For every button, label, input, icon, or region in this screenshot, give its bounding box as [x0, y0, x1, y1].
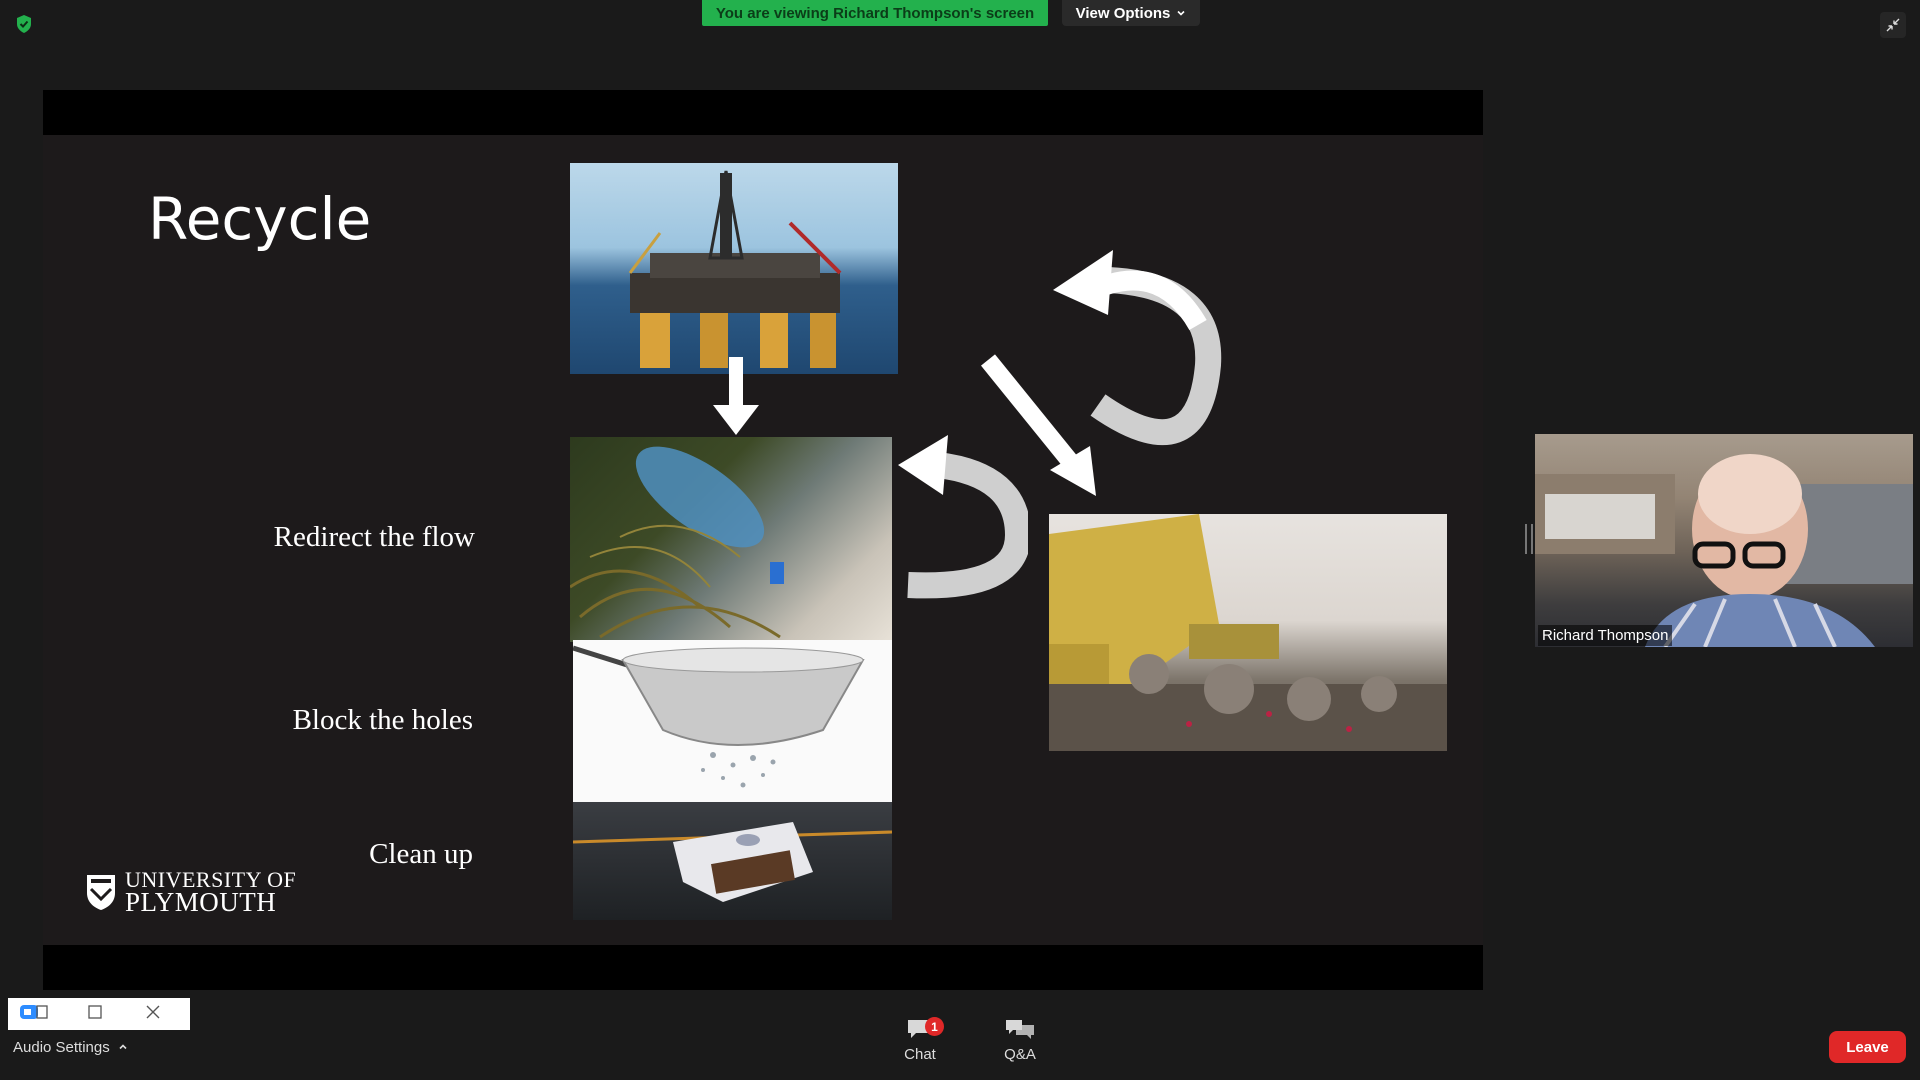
- participant-video-tile[interactable]: [1535, 434, 1913, 647]
- chevron-down-icon: [1176, 5, 1186, 22]
- participant-name-label: Richard Thompson: [1538, 625, 1673, 646]
- university-crest-icon: [87, 875, 115, 910]
- close-icon[interactable]: [146, 1005, 160, 1024]
- logo-line-plymouth: PLYMOUTH: [125, 887, 277, 917]
- panel-resize-handle[interactable]: [1525, 524, 1533, 554]
- view-options-button[interactable]: View Options: [1062, 0, 1200, 26]
- maximize-icon[interactable]: [88, 1004, 102, 1024]
- chat-button[interactable]: Chat: [885, 1018, 955, 1063]
- landfill-dump-truck-photo: [1049, 514, 1447, 751]
- slide-title: Recycle: [148, 185, 372, 253]
- qa-label: Q&A: [1004, 1046, 1036, 1063]
- chat-unread-badge: 1: [925, 1017, 944, 1036]
- presentation-slide: Recycle Redirect the flow Block the hole…: [43, 135, 1483, 945]
- view-options-label: View Options: [1075, 4, 1171, 22]
- chat-label: Chat: [904, 1046, 936, 1063]
- viewing-screen-banner: You are viewing Richard Thompson's scree…: [702, 0, 1048, 26]
- video-camera-icon[interactable]: [20, 1004, 48, 1025]
- audio-settings-label: Audio Settings: [13, 1039, 110, 1056]
- leave-button[interactable]: Leave: [1829, 1031, 1906, 1063]
- oil-rig-photo: [570, 163, 898, 374]
- mini-window-controls: [8, 998, 190, 1030]
- exit-fullscreen-icon[interactable]: [1880, 12, 1906, 38]
- chat-bubble-icon: [885, 1018, 955, 1046]
- down-arrow-icon: [711, 357, 761, 442]
- university-logo: UNIVERSITY OF PLYMOUTH: [85, 869, 296, 917]
- slide-label-redirect: Redirect the flow: [273, 521, 475, 553]
- qa-button[interactable]: Q&A: [985, 1018, 1055, 1063]
- audio-settings-button[interactable]: Audio Settings: [13, 1039, 128, 1056]
- slide-label-block: Block the holes: [292, 704, 473, 736]
- qa-bubbles-icon: [985, 1018, 1055, 1046]
- ocean-cleanup-device-photo: [573, 802, 892, 920]
- curved-top-arrow-icon: [1008, 235, 1248, 490]
- colander-photo: [573, 640, 892, 802]
- chevron-up-icon: [118, 1039, 128, 1056]
- security-shield-icon[interactable]: [14, 14, 34, 34]
- plastic-bottle-photo: [570, 437, 892, 642]
